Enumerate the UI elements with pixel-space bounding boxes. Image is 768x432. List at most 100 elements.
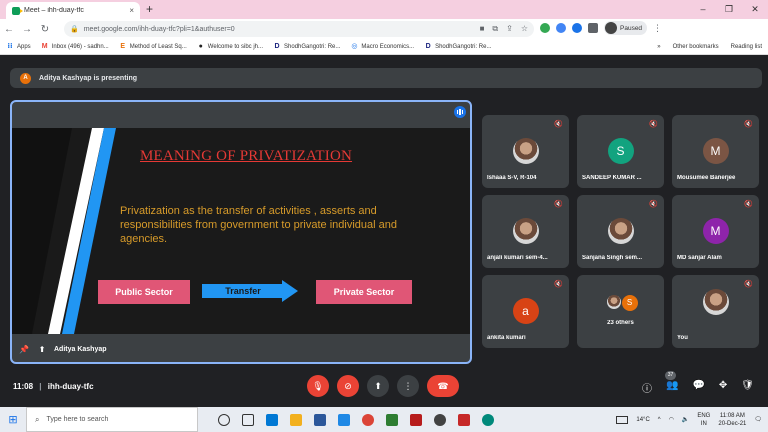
extensions-area: Paused ⋮ — [540, 21, 662, 35]
participant-tile[interactable]: 🔇 S SANDEEP KUMAR ... — [577, 115, 664, 188]
participant-name: MD sanjar Alam — [677, 255, 722, 261]
participant-photo — [607, 218, 634, 244]
participant-tile[interactable]: 🔇 M Mousumee Banerjee — [672, 115, 759, 188]
task-view-icon[interactable] — [242, 413, 254, 426]
bookmark-inbox[interactable]: M Inbox (496) - sadhn... — [41, 43, 109, 51]
more-options-button[interactable]: ⋮ — [397, 375, 419, 397]
bookmark-shodhgangotri-2[interactable]: D ShodhGangotri: Re... — [424, 43, 492, 51]
file-explorer-icon[interactable] — [290, 413, 302, 426]
d-icon: D — [274, 42, 280, 50]
mic-toggle-button[interactable]: 🎙 — [307, 375, 329, 397]
new-tab-button[interactable]: + — [146, 2, 153, 17]
more-bookmarks-button[interactable]: » — [657, 44, 660, 50]
profile-button[interactable]: Paused — [604, 21, 648, 35]
participant-avatar: M — [702, 138, 729, 164]
chrome-icon[interactable] — [362, 413, 374, 426]
host-controls-icon[interactable]: 🛡 — [741, 380, 754, 395]
participant-tile[interactable]: 🔇 M MD sanjar Alam — [672, 195, 759, 268]
close-tab-icon[interactable]: × — [129, 6, 134, 15]
forward-arrow-icon[interactable]: → — [18, 24, 36, 35]
present-now-button[interactable]: ⬆ — [367, 375, 389, 397]
self-tile[interactable]: 🔇 You — [672, 275, 759, 348]
info-icon[interactable]: ⓘ — [642, 380, 652, 395]
e-icon: E — [120, 42, 126, 50]
participant-avatar: a — [512, 298, 539, 324]
share-icon[interactable]: ⇪ — [506, 24, 513, 34]
camera-toggle-button[interactable]: ⊘ — [337, 375, 359, 397]
clock[interactable]: 11:08 AM 20-Dec-21 — [718, 412, 746, 428]
participant-name: anjali kumari sem-4... — [487, 255, 548, 261]
participant-avatar: M — [702, 218, 729, 244]
windows-start-icon[interactable]: ⊞ — [0, 413, 26, 426]
install-icon[interactable]: ⧉ — [492, 24, 498, 34]
camera-icon[interactable]: ■ — [480, 24, 485, 34]
url-text: meet.google.com/ihh-duay-tfc?pli=1&authu… — [83, 25, 235, 33]
pin-icon[interactable]: 📌 — [18, 345, 30, 354]
windows-taskbar: ⊞ ⌕ Type here to search 14°C ^ ◠ 🔈 ENG IN… — [0, 407, 768, 432]
powerpoint-icon[interactable] — [458, 413, 470, 426]
reading-list[interactable]: Reading list — [731, 44, 762, 50]
presenting-banner: A Aditya Kashyap is presenting — [10, 68, 762, 88]
window-controls: – ❐ ✕ — [690, 0, 768, 19]
edge-icon[interactable] — [266, 413, 278, 426]
temperature[interactable]: 14°C — [636, 417, 649, 423]
wifi-icon[interactable]: ◠ — [669, 416, 674, 423]
others-tile[interactable]: S 23 others — [577, 275, 664, 348]
participant-tile[interactable]: 🔇 Ishaaa S-V, R-104 — [482, 115, 569, 188]
lock-icon: 🔒 — [70, 26, 79, 33]
kebab-menu-icon[interactable]: ⋮ — [653, 23, 662, 34]
address-bar[interactable]: 🔒 meet.google.com/ihh-duay-tfc?pli=1&aut… — [64, 21, 534, 37]
bookmark-macro-economics[interactable]: ◎ Macro Economics... — [350, 43, 414, 51]
chat-icon[interactable]: 💬 — [692, 380, 704, 395]
notification-icon[interactable]: 🗨 — [754, 416, 762, 423]
present-icon[interactable]: ⬆ — [36, 345, 48, 354]
other-bookmarks[interactable]: Other bookmarks — [673, 44, 719, 50]
browser-tab-meet[interactable]: Meet – ihh-duay-tfc × — [6, 2, 140, 19]
minimize-button[interactable]: – — [690, 0, 716, 19]
participant-photo — [512, 138, 539, 164]
bookmark-shodhgangotri-1[interactable]: D ShodhGangotri: Re... — [273, 42, 341, 51]
bookmark-least-squares[interactable]: E Method of Least Sq... — [119, 42, 186, 51]
public-sector-box: Public Sector — [98, 280, 190, 304]
star-icon[interactable]: ☆ — [521, 24, 528, 34]
edge-new-icon[interactable] — [482, 413, 494, 426]
taskbar-search[interactable]: ⌕ Type here to search — [26, 407, 198, 432]
cortana-icon[interactable] — [218, 413, 230, 426]
media-icon[interactable] — [434, 413, 446, 426]
end-call-button[interactable]: ☎ — [427, 375, 459, 397]
search-icon: ⌕ — [35, 414, 40, 424]
extension-icon[interactable] — [556, 23, 566, 33]
puzzle-icon[interactable] — [588, 23, 598, 33]
reload-icon[interactable]: ↻ — [36, 24, 54, 35]
bookmarks-bar: ⁝⁝ Apps M Inbox (496) - sadhn... E Method o… — [0, 39, 768, 55]
mic-off-icon: 🔇 — [744, 121, 753, 128]
extension-diamond-icon[interactable] — [572, 23, 582, 33]
close-window-button[interactable]: ✕ — [742, 0, 768, 19]
activities-icon[interactable]: ✥ — [719, 380, 727, 395]
mail-icon[interactable] — [338, 413, 350, 426]
participant-tile[interactable]: 🔇 anjali kumari sem-4... — [482, 195, 569, 268]
tray-chevron-icon[interactable]: ^ — [658, 417, 661, 423]
participant-name: Mousumee Banerjee — [677, 175, 736, 181]
stage-footer: 📌 ⬆ Aditya Kashyap — [12, 336, 470, 362]
tab-title: Meet – ihh-duay-tfc — [24, 7, 84, 14]
participant-tile[interactable]: 🔇 a ankita kumari — [482, 275, 569, 348]
acrobat-icon[interactable] — [410, 413, 422, 426]
store-icon[interactable] — [314, 413, 326, 426]
participant-photo — [512, 218, 539, 244]
system-tray: 14°C ^ ◠ 🔈 ENG IN 11:08 AM 20-Dec-21 🗨 — [616, 407, 762, 432]
people-icon[interactable]: 👥 — [666, 380, 678, 395]
participant-tile[interactable]: 🔇 Sanjana Singh sem... — [577, 195, 664, 268]
language-indicator[interactable]: ENG IN — [697, 412, 710, 428]
speaker-icon[interactable]: 🔈 — [682, 416, 689, 423]
maximize-button[interactable]: ❐ — [716, 0, 742, 19]
bookmark-sibc[interactable]: ● Welcome to sibc jh... — [197, 43, 263, 51]
weather-icon[interactable] — [616, 415, 629, 424]
transfer-label: Transfer — [225, 286, 261, 296]
excel-icon[interactable] — [386, 413, 398, 426]
presentation-stage[interactable]: MEANING OF PRIVATIZATION Privatization a… — [10, 100, 472, 364]
grammarly-icon[interactable] — [540, 23, 550, 33]
participant-avatar: S — [621, 295, 638, 311]
bookmark-apps[interactable]: ⁝⁝ Apps — [6, 43, 30, 51]
back-arrow-icon[interactable]: ← — [0, 24, 18, 35]
